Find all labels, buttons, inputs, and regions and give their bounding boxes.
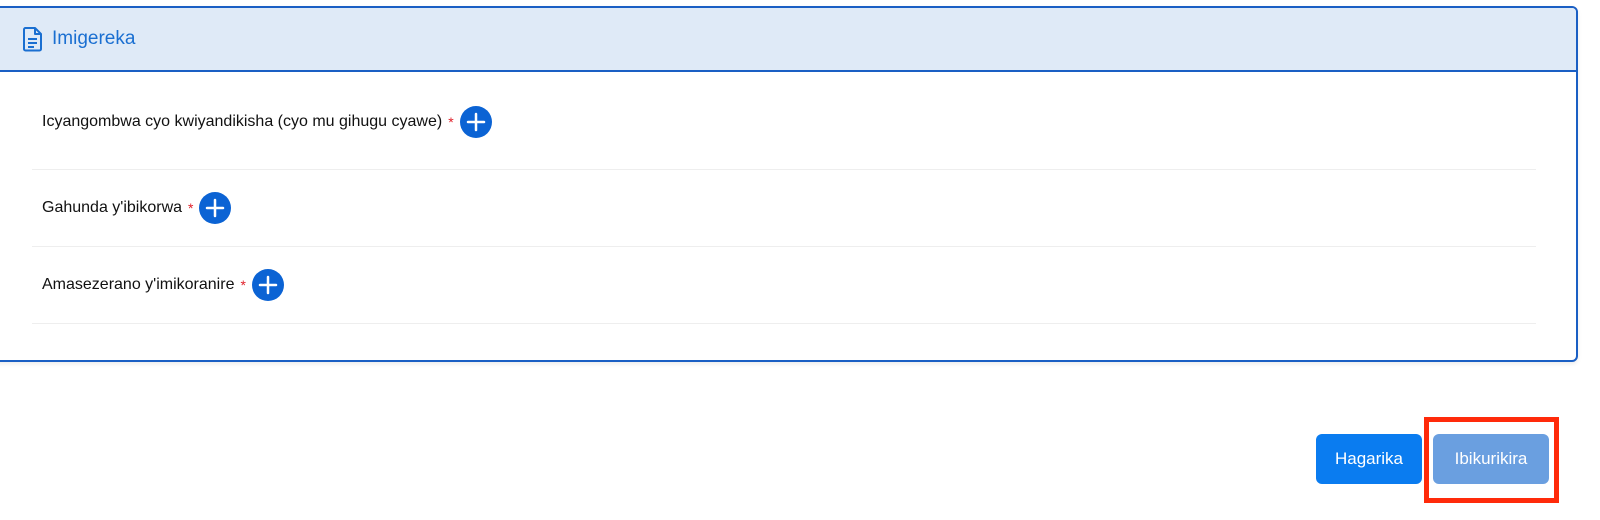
- document-icon: [22, 26, 44, 52]
- add-registration-document-button[interactable]: [459, 105, 492, 138]
- required-asterisk: *: [448, 113, 454, 130]
- cancel-button[interactable]: Hagarika: [1316, 434, 1422, 484]
- document-label: Icyangombwa cyo kwiyandikisha (cyo mu gi…: [42, 112, 443, 130]
- plus-icon: [466, 112, 485, 131]
- required-asterisk: *: [240, 277, 246, 293]
- plus-icon: [258, 275, 278, 295]
- add-agreement-button[interactable]: [251, 269, 284, 301]
- document-label: Gahunda y'ibikorwa: [42, 199, 183, 216]
- section-title: Imigereka: [52, 28, 136, 49]
- document-label: Amasezerano y'imikoranire: [42, 276, 235, 293]
- add-business-plan-button[interactable]: [199, 192, 232, 224]
- required-asterisk: *: [188, 200, 194, 216]
- documents-list: Icyangombwa cyo kwiyandikisha (cyo mu gi…: [0, 72, 1576, 324]
- next-button[interactable]: Ibikurikira: [1433, 434, 1549, 484]
- plus-icon: [206, 198, 225, 218]
- document-row-agreement: Amasezerano y'imikoranire *: [32, 247, 1536, 324]
- document-row-registration: Icyangombwa cyo kwiyandikisha (cyo mu gi…: [32, 72, 1536, 170]
- card-header: Imigereka: [0, 8, 1576, 72]
- document-row-business-plan: Gahunda y'ibikorwa *: [32, 170, 1536, 247]
- attachments-card: Imigereka Icyangombwa cyo kwiyandikisha …: [0, 6, 1578, 362]
